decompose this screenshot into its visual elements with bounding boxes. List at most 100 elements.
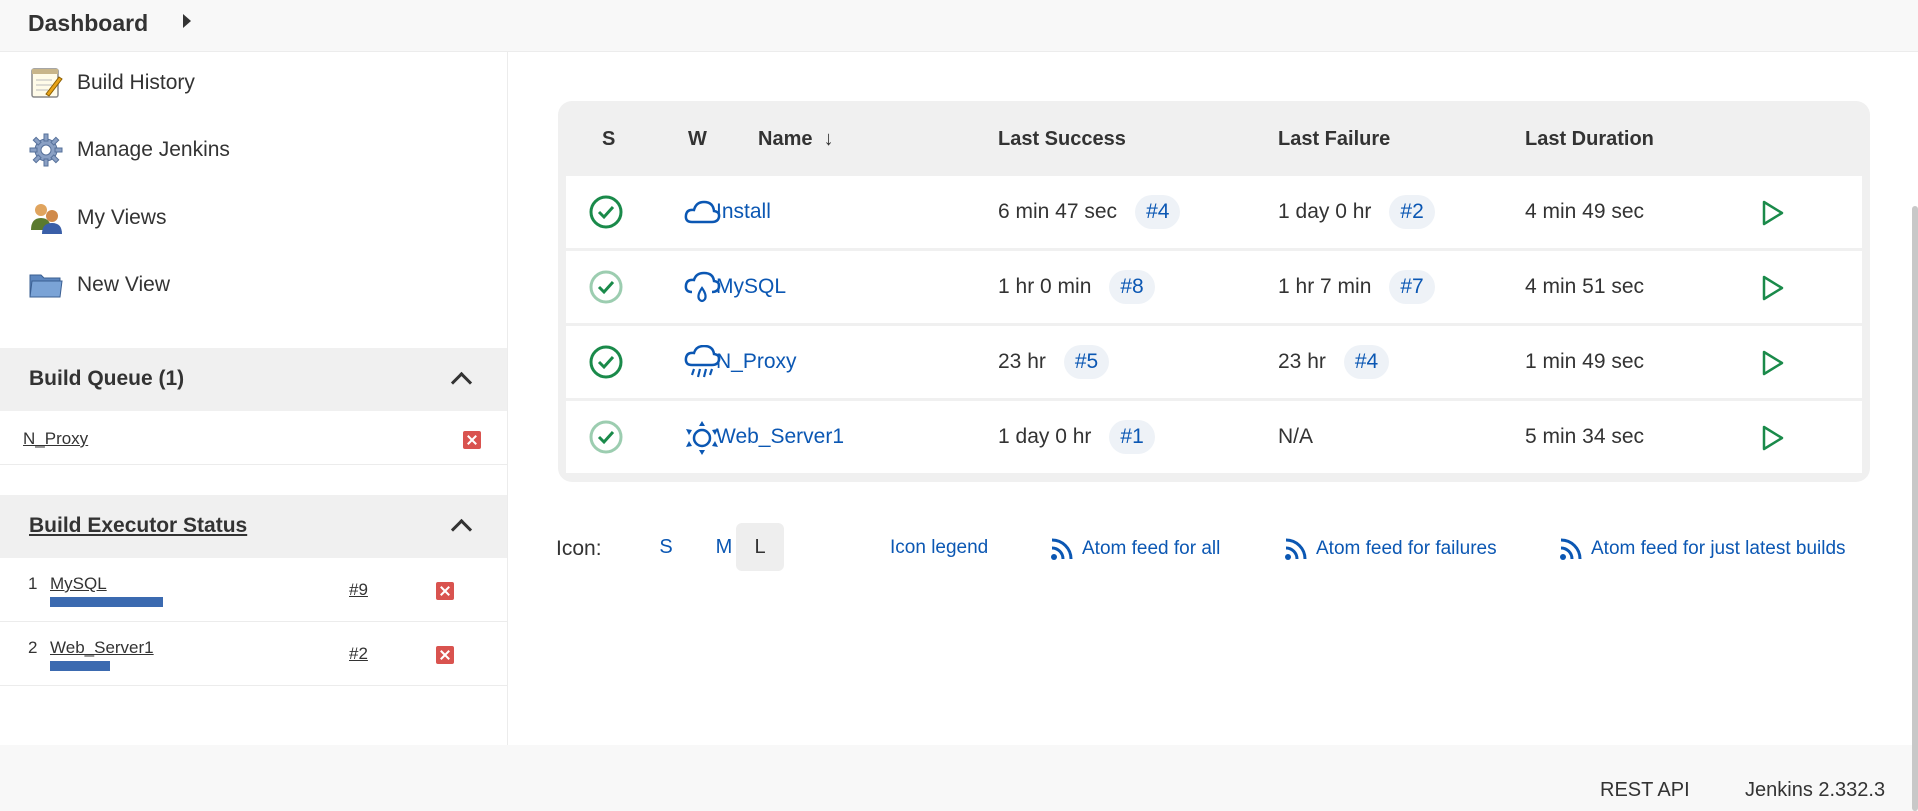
icon-toolbar: Icon: S M L Icon legend Atom feed for al… [556,523,1876,575]
atom-feed-latest-link[interactable]: Atom feed for just latest builds [1559,537,1846,561]
last-failure-time: 1 day 0 hr [1278,200,1372,223]
success-status-icon [589,270,623,304]
job-link[interactable]: N_Proxy [716,350,797,374]
table-row: N_Proxy 23 hr #5 23 hr #4 1 min 49 sec [566,326,1862,398]
icon-legend-link[interactable]: Icon legend [890,537,988,559]
jenkins-version-link[interactable]: Jenkins 2.332.3 [1745,779,1885,802]
sidebar-item-label: My Views [77,206,167,229]
col-last-duration[interactable]: Last Duration [1525,128,1654,151]
sidebar-item-label: Manage Jenkins [77,138,230,161]
build-badge[interactable]: #5 [1063,345,1110,379]
collapse-chevron-icon[interactable] [450,371,473,394]
cancel-build-icon[interactable] [436,646,454,664]
last-duration: 1 min 49 sec [1525,350,1645,373]
build-badge[interactable]: #7 [1389,270,1435,304]
col-name[interactable]: Name ↓ [758,128,834,151]
sidebar: Build History Manage Jenkins My Views Ne… [0,52,508,745]
top-bar: Dashboard [0,0,1918,52]
success-status-icon [589,345,623,379]
sidebar-item-my-views[interactable]: My Views [28,198,166,238]
executor-number: 1 [28,574,38,593]
job-link[interactable]: MySQL [716,275,786,299]
last-duration: 4 min 49 sec [1525,200,1645,223]
table-row: Install 6 min 47 sec #4 1 day 0 hr #2 4 mi… [566,176,1862,248]
executor-job-link[interactable]: MySQL [50,574,107,594]
icon-size-small[interactable]: S [642,523,690,571]
col-status[interactable]: S [602,128,615,151]
divider [0,621,507,622]
rss-icon [1051,538,1073,560]
last-success-time: 6 min 47 sec [998,200,1118,223]
success-status-icon [589,195,623,229]
queue-item-link[interactable]: N_Proxy [23,429,88,449]
rest-api-link[interactable]: REST API [1600,779,1690,802]
rss-icon [1560,538,1582,560]
executor-status-title[interactable]: Build Executor Status [29,514,247,538]
play-build-icon[interactable] [1759,350,1785,376]
sidebar-item-label: New View [77,273,170,296]
last-failure-time: 23 hr [1278,350,1326,373]
rss-icon [1285,538,1307,560]
last-success-time: 23 hr [998,350,1046,373]
breadcrumb-dashboard[interactable]: Dashboard [28,10,148,37]
sidebar-item-new-view[interactable]: New View [28,265,170,305]
breadcrumb-arrow-icon[interactable] [183,14,191,28]
job-link[interactable]: Web_Server1 [716,425,844,449]
page-footer: REST API Jenkins 2.332.3 [0,745,1918,811]
users-icon [31,204,62,234]
sort-arrow-icon: ↓ [823,128,834,150]
cancel-build-icon[interactable] [436,582,454,600]
last-success-time: 1 hr 0 min [998,275,1092,298]
icon-size-label: Icon: [556,537,602,560]
build-queue-title: Build Queue (1) [29,367,185,390]
table-header: S W Name ↓ Last Success Last Failure Las… [558,101,1870,173]
executor-build-link[interactable]: #2 [349,644,368,664]
success-status-icon [589,420,623,454]
sidebar-item-build-history[interactable]: Build History [28,63,195,103]
col-last-failure[interactable]: Last Failure [1278,128,1390,151]
feed-label: Atom feed for just latest builds [1591,538,1846,559]
executor-job-link[interactable]: Web_Server1 [50,638,154,658]
build-badge[interactable]: #2 [1389,195,1435,229]
last-duration: 5 min 34 sec [1525,425,1645,448]
gear-icon [29,133,63,167]
table-row: MySQL 1 hr 0 min #8 1 hr 7 min #7 4 min 51… [566,251,1862,323]
last-failure-time: N/A [1278,425,1314,448]
col-weather[interactable]: W [688,128,707,151]
vertical-scrollbar[interactable] [1912,206,1918,811]
table-row: Web_Server1 1 day 0 hr #1 N/A 5 min 34 se… [566,401,1862,473]
sidebar-item-label: Build History [77,71,195,94]
build-queue-header[interactable]: Build Queue (1) [0,348,507,411]
feed-label: Atom feed for failures [1316,538,1497,559]
collapse-chevron-icon[interactable] [450,518,473,541]
last-failure-time: 1 hr 7 min [1278,275,1372,298]
play-build-icon[interactable] [1759,425,1785,451]
cancel-queue-icon[interactable] [463,431,481,449]
sidebar-item-manage-jenkins[interactable]: Manage Jenkins [28,130,230,170]
executor-build-link[interactable]: #9 [349,580,368,600]
job-link[interactable]: Install [716,200,771,224]
play-build-icon[interactable] [1759,200,1785,226]
executor-progress-bar[interactable] [50,661,110,671]
build-badge[interactable]: #4 [1343,345,1390,379]
folder-icon [29,274,63,298]
build-badge[interactable]: #8 [1109,270,1155,304]
play-build-icon[interactable] [1759,275,1785,301]
last-success-time: 1 day 0 hr [998,425,1092,448]
notepad-icon [31,68,63,98]
divider [0,464,507,465]
col-name-label: Name [758,128,813,150]
executor-progress-bar[interactable] [50,597,163,607]
feed-label: Atom feed for all [1082,538,1221,559]
atom-feed-failures-link[interactable]: Atom feed for failures [1284,537,1497,561]
build-badge[interactable]: #4 [1135,195,1181,229]
build-badge[interactable]: #1 [1109,420,1155,454]
col-last-success[interactable]: Last Success [998,128,1126,151]
icon-size-large[interactable]: L [736,523,784,571]
divider [0,685,507,686]
executor-status-header[interactable]: Build Executor Status [0,495,507,558]
jobs-table: S W Name ↓ Last Success Last Failure Las… [558,101,1870,482]
last-duration: 4 min 51 sec [1525,275,1645,298]
atom-feed-all-link[interactable]: Atom feed for all [1050,537,1220,561]
executor-number: 2 [28,638,38,657]
